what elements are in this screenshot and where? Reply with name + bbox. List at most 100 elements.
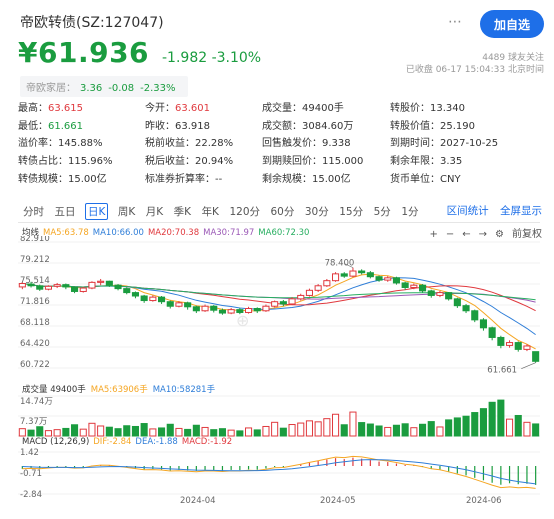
candle bbox=[375, 276, 383, 281]
candle bbox=[62, 284, 70, 288]
quote-row: 最高：63.615 今开：63.601 成交量：49400手 转股价：13.340 bbox=[18, 98, 538, 116]
volume-bar bbox=[384, 426, 392, 437]
more-icon[interactable]: ⋯ bbox=[448, 14, 462, 30]
date-tick-label: 2024-05 bbox=[320, 496, 356, 506]
candle bbox=[392, 277, 400, 284]
tab-10[interactable]: 15分 bbox=[338, 203, 364, 220]
quote-key: 标准券折算率： bbox=[145, 173, 215, 185]
underlying-stock-badge[interactable]: 帝欧家居： 3.36 -0.08 -2.33% bbox=[20, 76, 188, 97]
volume-bar bbox=[436, 426, 444, 437]
volume-bar bbox=[514, 414, 522, 437]
price-change: -1.982 -3.10% bbox=[162, 50, 262, 66]
tab-12[interactable]: 1分 bbox=[400, 203, 419, 220]
candle bbox=[227, 309, 235, 314]
quote-key: 到期赎回价： bbox=[262, 156, 322, 168]
volume-bar bbox=[401, 423, 409, 437]
tab-6[interactable]: 年K bbox=[201, 203, 220, 220]
volume-bar bbox=[288, 424, 296, 437]
chart-actions: 区间统计 全屏显示 bbox=[439, 203, 542, 218]
quote-key: 剩余年限： bbox=[390, 156, 440, 168]
volume-bar bbox=[114, 428, 122, 437]
candle bbox=[323, 280, 331, 287]
candle bbox=[253, 307, 261, 312]
quote-cell: 到期赎回价：115.000 bbox=[262, 152, 390, 167]
candle bbox=[279, 301, 287, 305]
candle bbox=[436, 292, 444, 296]
candle bbox=[53, 284, 61, 287]
macd-legend-item: DEA:-1.88 bbox=[135, 437, 178, 447]
price-tick-label: 64.420 bbox=[20, 339, 50, 349]
volume-bar bbox=[271, 421, 279, 437]
candle bbox=[218, 309, 226, 314]
candle bbox=[131, 292, 139, 297]
tab-1[interactable]: 五日 bbox=[54, 203, 77, 220]
dif-line bbox=[22, 455, 536, 489]
tab-7[interactable]: 120分 bbox=[228, 203, 261, 220]
macd-tick-label: -0.71 bbox=[20, 469, 42, 479]
candle bbox=[401, 282, 409, 288]
candle bbox=[18, 283, 26, 288]
kline-chart[interactable]: 82.91079.21275.51471.81668.11864.42060.7… bbox=[18, 236, 540, 498]
volume-bar bbox=[201, 426, 209, 437]
quote-value: CNY bbox=[440, 173, 461, 185]
add-to-watchlist-button[interactable]: 加自选 bbox=[480, 10, 544, 38]
quote-row: 转债规模：15.00亿 标准券折算率：-- 剩余规模：15.00亿 货币单位：CNY bbox=[18, 168, 538, 186]
volume-bar bbox=[97, 425, 105, 437]
candle bbox=[184, 302, 192, 308]
quote-key: 转债规模： bbox=[18, 173, 68, 185]
quote-cell: 剩余规模：15.00亿 bbox=[262, 170, 390, 185]
underlying-stock-price: 3.36 bbox=[80, 83, 103, 94]
volume-tick-label: 7.37万 bbox=[20, 417, 47, 427]
tab-11[interactable]: 5分 bbox=[373, 203, 392, 220]
tab-3[interactable]: 周K bbox=[117, 203, 136, 220]
quote-key: 转债占比： bbox=[18, 156, 68, 168]
quote-key: 到期时间： bbox=[390, 138, 440, 150]
range-stats-link[interactable]: 区间统计 bbox=[447, 205, 489, 217]
tab-8[interactable]: 60分 bbox=[270, 203, 296, 220]
quote-value: 15.00亿 bbox=[312, 173, 351, 185]
volume-bar bbox=[375, 425, 383, 437]
fullscreen-link[interactable]: 全屏显示 bbox=[500, 205, 542, 217]
quote-cell: 昨收：63.918 bbox=[145, 117, 262, 132]
quote-cell: 溢价率：145.88% bbox=[18, 134, 145, 149]
volume-bar bbox=[27, 429, 35, 437]
volume-bar bbox=[18, 428, 26, 437]
price-tick-label: 68.118 bbox=[20, 318, 50, 328]
volume-legend-item: MA10:58281手 bbox=[152, 385, 216, 395]
candle bbox=[479, 319, 487, 329]
quote-cell: 标准券折算率：-- bbox=[145, 170, 262, 185]
tab-9[interactable]: 30分 bbox=[304, 203, 330, 220]
price-tick-label: 71.816 bbox=[20, 297, 50, 307]
volume-tick-label: 14.74万 bbox=[20, 397, 53, 407]
candle bbox=[105, 280, 113, 286]
tab-4[interactable]: 月K bbox=[145, 203, 164, 220]
candle bbox=[366, 272, 374, 278]
volume-bar bbox=[366, 423, 374, 437]
quote-cell: 回售触发价：9.338 bbox=[262, 134, 390, 149]
price-tick-label: 82.910 bbox=[20, 236, 50, 244]
quote-key: 税前收益： bbox=[145, 138, 195, 150]
candle bbox=[166, 301, 174, 307]
volume-bar bbox=[131, 425, 139, 437]
quote-cell: 转债占比：115.96% bbox=[18, 152, 145, 167]
tab-2[interactable]: 日K bbox=[85, 202, 109, 220]
quote-cell: 到期时间：2027-10-25 bbox=[390, 134, 538, 149]
volume-bar bbox=[62, 427, 70, 437]
quote-cell: 税前收益：22.28% bbox=[145, 134, 262, 149]
candle bbox=[514, 342, 522, 350]
candle bbox=[314, 285, 322, 291]
candle bbox=[410, 284, 418, 288]
security-title: 帝欧转债(SZ:127047) bbox=[20, 15, 164, 31]
candle bbox=[384, 277, 392, 281]
candle bbox=[140, 295, 148, 302]
quote-detail-table: 最高：63.615 今开：63.601 成交量：49400手 转股价：13.340 最低… bbox=[18, 98, 538, 186]
candle bbox=[123, 288, 131, 294]
candle bbox=[349, 270, 357, 277]
candle bbox=[158, 296, 166, 303]
date-tick-label: 2024-04 bbox=[180, 496, 216, 506]
tab-5[interactable]: 季K bbox=[173, 203, 192, 220]
tab-0[interactable]: 分时 bbox=[22, 203, 45, 220]
quote-cell: 成交额：3084.60万 bbox=[262, 117, 390, 132]
candle bbox=[358, 270, 366, 274]
candle bbox=[97, 280, 105, 283]
